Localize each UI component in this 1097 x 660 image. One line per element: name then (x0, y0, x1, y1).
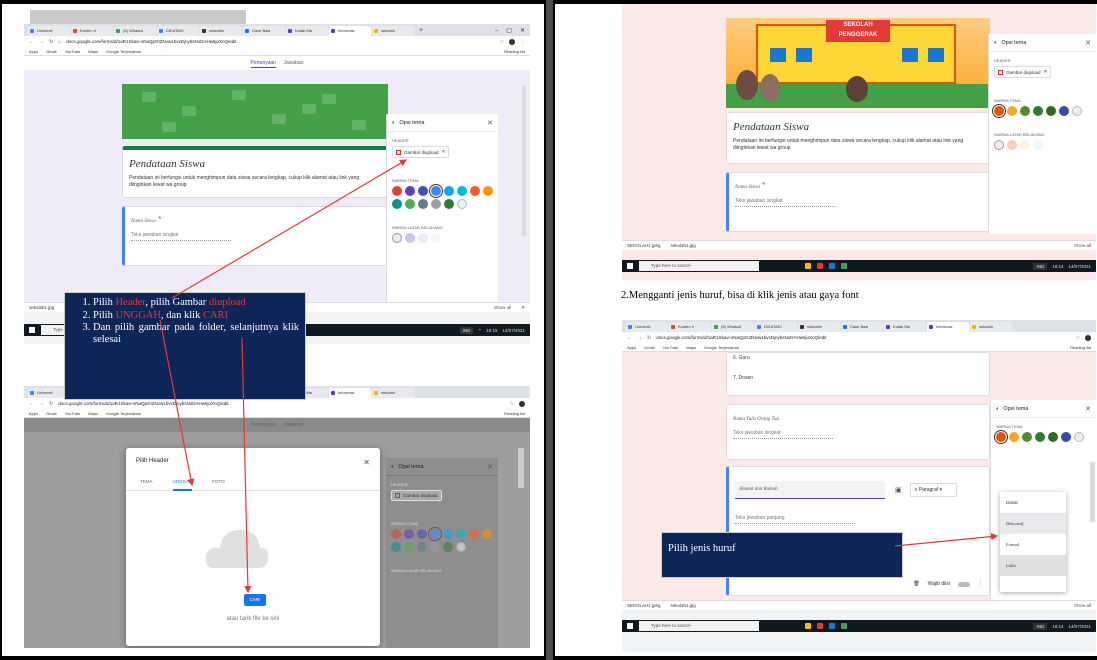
pointer-arrows (894, 533, 999, 547)
document-page-right: SEKOLAH PENGGERAK Pendataan Siswa Pendata… (553, 0, 1097, 660)
document-page-left: Universit Konten ri (8) WhatsA DIKATAKI … (0, 0, 546, 660)
page-bottom-border (555, 656, 1097, 660)
arrow-to-upload-tab (159, 319, 195, 487)
arrow-to-font-option (894, 533, 999, 547)
page-bottom-border (2, 656, 544, 660)
pointer-arrows (159, 159, 408, 594)
arrow-to-header-chip (171, 159, 408, 299)
arrow-to-search-button (241, 337, 252, 594)
